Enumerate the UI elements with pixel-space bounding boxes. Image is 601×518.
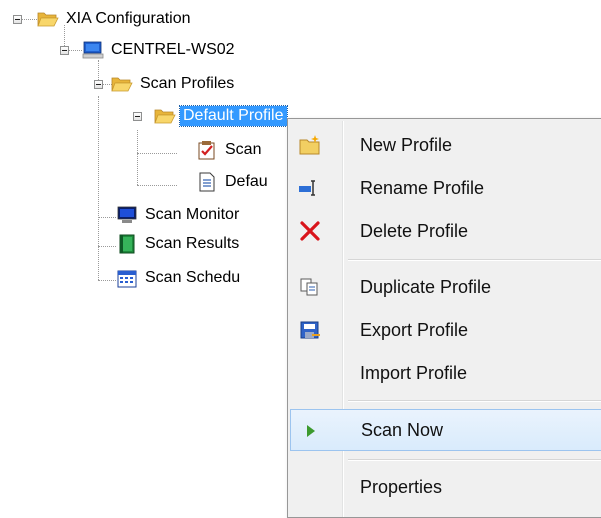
delete-x-icon [298,220,322,242]
menu-item-label: Delete Profile [360,220,469,241]
tree-node-scan-settings[interactable]: Scan [196,139,264,161]
folder-open-icon [154,106,176,126]
menu-item-export-profile[interactable]: Export Profile [290,308,601,352]
menu-item-rename-profile[interactable]: Rename Profile [290,166,601,210]
menu-item-import-profile[interactable]: Import Profile [290,351,601,395]
monitor-icon [116,205,138,225]
menu-item-label: Rename Profile [360,177,485,198]
tree-node-label: Default Profile [179,105,288,127]
folder-open-icon [111,74,133,94]
tree-node-xia-configuration[interactable]: XIA Configuration [37,8,194,30]
menu-separator [348,259,601,261]
menu-item-delete-profile[interactable]: Delete Profile [290,209,601,253]
tree-node-computer[interactable]: CENTREL-WS02 [82,39,238,61]
menu-item-label: Properties [360,476,443,497]
tree-node-label: Scan [225,141,262,158]
book-icon [116,234,138,254]
new-folder-icon [298,134,322,156]
calendar-icon [116,268,138,288]
default-profile-expander[interactable] [133,112,142,121]
scan-profiles-expander[interactable] [94,80,103,89]
menu-item-label: Import Profile [360,362,468,383]
menu-item-label: Duplicate Profile [360,276,492,297]
tree-node-scan-profiles[interactable]: Scan Profiles [111,73,237,95]
tree-node-default-document[interactable]: Defau [196,171,271,193]
context-menu: New Profile Rename Profile Delete Profil… [287,118,601,518]
menu-item-duplicate-profile[interactable]: Duplicate Profile [290,265,601,309]
duplicate-icon [298,276,322,298]
menu-item-scan-now[interactable]: Scan Now [290,409,601,451]
play-icon [299,420,323,442]
root-expander[interactable] [13,15,22,24]
folder-open-icon [37,9,59,29]
tree-node-label: Scan Monitor [145,206,240,223]
computer-icon [82,40,104,60]
tree-node-scan-results[interactable]: Scan Results [116,233,242,255]
tree-node-label: CENTREL-WS02 [111,41,235,58]
computer-expander[interactable] [60,46,69,55]
tree-node-label: Defau [225,173,268,190]
tree-node-label: XIA Configuration [66,10,191,27]
checklist-icon [196,140,218,160]
tree-node-label: Scan Results [145,235,240,252]
tree-node-scan-schedule[interactable]: Scan Schedu [116,267,243,289]
menu-item-label: Export Profile [360,319,469,340]
export-icon [298,319,322,341]
rename-icon [298,177,322,199]
menu-separator [348,400,601,402]
tree-node-label: Scan Profiles [140,75,235,92]
menu-item-properties[interactable]: Properties [290,465,601,509]
menu-item-label: New Profile [360,134,453,155]
menu-item-new-profile[interactable]: New Profile [290,123,601,167]
menu-item-label: Scan Now [361,419,444,440]
tree-node-label: Scan Schedu [145,269,241,286]
document-icon [196,172,218,192]
tree-node-scan-monitor[interactable]: Scan Monitor [116,204,242,226]
menu-separator [348,459,601,461]
tree-node-default-profile[interactable]: Default Profile [154,105,288,127]
